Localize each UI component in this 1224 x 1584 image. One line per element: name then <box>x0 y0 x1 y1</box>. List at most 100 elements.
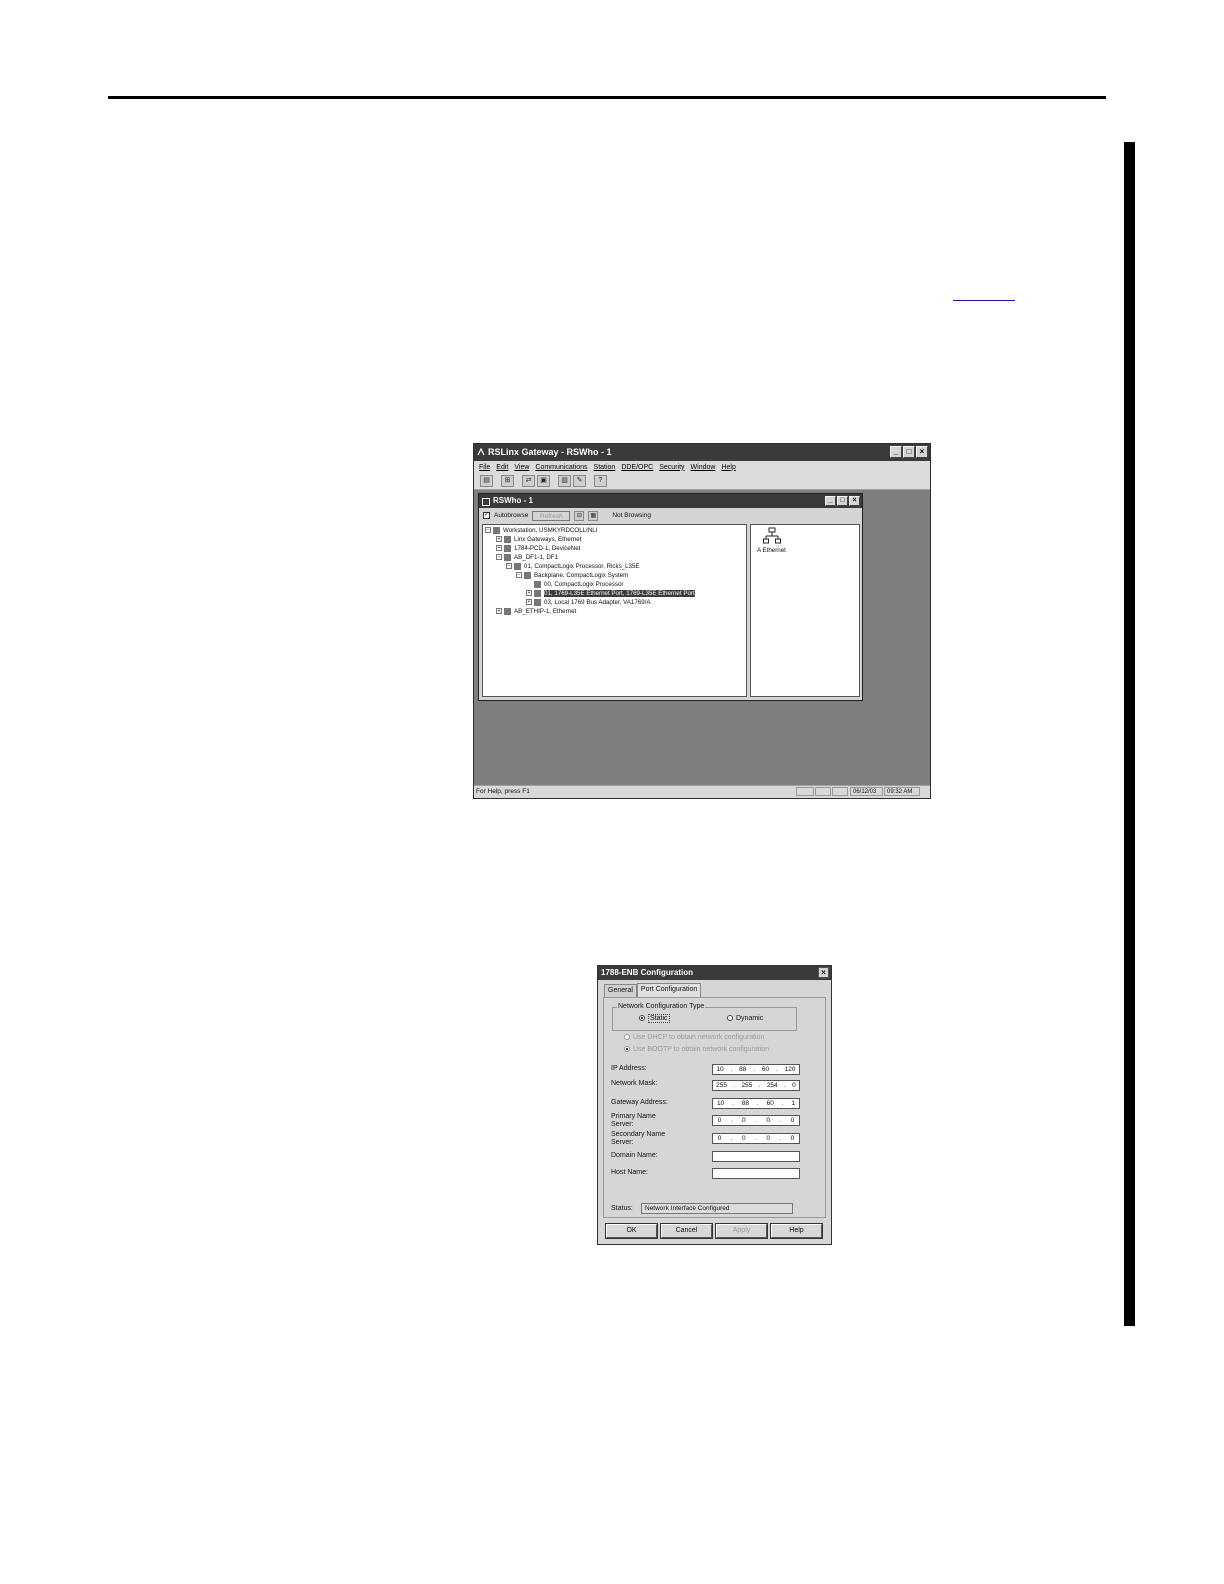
status-cell-2 <box>815 787 831 796</box>
status-help-text: For Help, press F1 <box>476 788 530 795</box>
ip-address-label: IP Address: <box>611 1065 647 1072</box>
tree-node-df1[interactable]: − AB_DF1-1, DF1 <box>496 553 558 562</box>
station-diagnostics-icon[interactable]: ▥ <box>558 475 571 487</box>
collapse-icon[interactable]: − <box>516 572 522 579</box>
maximize-button[interactable]: □ <box>903 446 915 458</box>
rslinx-statusbar: For Help, press F1 06/12/03 09:32 AM <box>474 785 930 798</box>
configure-drivers-icon[interactable]: ⇄ <box>522 475 535 487</box>
secondary-dns-field[interactable]: 0. 0. 0. 0 <box>712 1133 800 1144</box>
network-mask-field[interactable]: 255. 255. 254. 0 <box>712 1080 800 1091</box>
rswho-icon[interactable]: ⊞ <box>501 475 514 487</box>
tree-node-linx-gateways[interactable]: + Linx Gateways, Ethernet <box>496 535 581 544</box>
detail-item-label[interactable]: A Ethernet <box>757 547 786 554</box>
expand-icon[interactable]: + <box>526 590 532 597</box>
collapse-icon[interactable]: − <box>506 563 512 570</box>
network-icon <box>504 535 511 543</box>
menu-station[interactable]: Station <box>594 464 616 471</box>
domain-name-field[interactable] <box>712 1151 800 1162</box>
collapse-icon[interactable]: − <box>496 554 502 561</box>
rswho-minimize-button[interactable]: _ <box>825 496 836 506</box>
context-help-icon[interactable]: ? <box>594 475 607 487</box>
menu-dde-opc[interactable]: DDE/OPC <box>621 464 653 471</box>
cancel-button[interactable]: Cancel <box>660 1223 713 1239</box>
menu-communications[interactable]: Communications <box>535 464 587 471</box>
help-button[interactable]: Help <box>770 1223 823 1239</box>
network-icon <box>504 607 511 615</box>
ethernet-port-icon <box>534 589 541 597</box>
domain-name-label: Domain Name: <box>611 1152 658 1159</box>
menu-file[interactable]: File <box>479 464 490 471</box>
header-rule <box>108 96 1106 99</box>
radio-dynamic[interactable]: Dynamic <box>727 1015 763 1022</box>
workstation-icon <box>493 526 500 534</box>
open-project-icon[interactable]: ▤ <box>480 475 493 487</box>
rswho-window: RSWho - 1 _ □ × ✓ Autobrowse Refresh ⊟ ▦… <box>478 493 863 701</box>
radio-static[interactable]: Static <box>639 1014 670 1023</box>
enb-config-dialog: 1788-ENB Configuration × General Port Co… <box>597 965 832 1245</box>
rswho-titlebar[interactable]: RSWho - 1 _ □ × <box>479 494 862 508</box>
tree-node-devicenet[interactable]: +1784-PCD-1, DeviceNet <box>496 544 580 553</box>
tab-general[interactable]: General <box>604 984 637 997</box>
processor-icon <box>534 580 541 588</box>
tree-node-ethernet-port[interactable]: +01, 1769-L35E Ethernet Port, 1769-L35E … <box>526 589 695 598</box>
apply-button[interactable]: Apply <box>715 1223 768 1239</box>
processor-icon <box>514 562 521 570</box>
menu-window[interactable]: Window <box>691 464 716 471</box>
expand-icon[interactable]: + <box>496 536 502 543</box>
configure-topics-icon[interactable]: ▣ <box>537 475 550 487</box>
tree-node-workstation[interactable]: − Workstation, USMKYRDCOLLINLI <box>485 526 597 535</box>
cross-reference-link[interactable] <box>953 286 1015 301</box>
radio-empty-icon <box>727 1015 733 1022</box>
gateway-label: Gateway Address: <box>611 1099 668 1106</box>
ethernet-network-icon[interactable] <box>763 527 781 545</box>
tree-node-processor[interactable]: −01, CompactLogix Processor, Ricks_L35E <box>506 562 640 571</box>
minimize-button[interactable]: _ <box>890 446 902 458</box>
autobrowse-checkbox[interactable]: ✓ <box>483 512 490 519</box>
menu-security[interactable]: Security <box>659 464 684 471</box>
primary-dns-field[interactable]: 0. 0. 0. 0 <box>712 1115 800 1126</box>
status-time: 09:32 AM <box>884 787 920 796</box>
menu-help[interactable]: Help <box>721 464 735 471</box>
expand-icon[interactable]: + <box>526 599 532 606</box>
network-config-type-group: Network Configuration Type Static Dynami… <box>612 1003 797 1031</box>
tree-view-icon[interactable]: ⊟ <box>574 510 585 521</box>
option-bootp: Use BOOTP to obtain network configuratio… <box>624 1046 769 1053</box>
tree-node-backplane[interactable]: − Backplane, CompactLogix System <box>516 571 628 580</box>
rslinx-titlebar[interactable]: RSLinx Gateway - RSWho - 1 _ □ × <box>474 444 930 461</box>
rswho-close-button[interactable]: × <box>849 496 860 506</box>
rslinx-app-icon <box>477 448 485 456</box>
rswho-window-icon <box>482 498 490 506</box>
host-name-field[interactable] <box>712 1168 800 1179</box>
tree-node-ethip[interactable]: + AB_ETHIP-1, Ethernet <box>496 607 576 616</box>
rswho-maximize-button[interactable]: □ <box>837 496 848 506</box>
tab-port-configuration[interactable]: Port Configuration <box>636 983 702 997</box>
refresh-button[interactable]: Refresh <box>532 510 571 521</box>
primary-dns-label-line1: Primary Name <box>611 1113 656 1120</box>
network-mask-label: Network Mask: <box>611 1080 658 1087</box>
edit-icon[interactable]: ✎ <box>573 475 586 487</box>
expand-icon[interactable]: + <box>496 608 502 615</box>
menu-view[interactable]: View <box>514 464 529 471</box>
menu-edit[interactable]: Edit <box>496 464 508 471</box>
radio-empty-icon <box>624 1034 630 1041</box>
group-title: Network Configuration Type <box>617 1003 706 1010</box>
status-cell-3 <box>832 787 848 796</box>
close-icon[interactable]: × <box>818 967 829 978</box>
rswho-title: RSWho - 1 <box>493 496 533 505</box>
network-tree: − Workstation, USMKYRDCOLLINLI + Linx Gate… <box>482 524 747 697</box>
enb-titlebar[interactable]: 1788-ENB Configuration × <box>598 966 831 980</box>
collapse-icon[interactable]: − <box>485 527 491 534</box>
chapter-tab-bar <box>1124 142 1135 1326</box>
ip-address-field[interactable]: 10. 88. 60. 120 <box>712 1064 800 1075</box>
tree-node-slot-00[interactable]: 00, CompactLogix Processor <box>534 580 623 589</box>
status-label: Status: <box>611 1205 633 1212</box>
tree-node-bus-adapter[interactable]: +03, Local 1769 Bus Adapter, VA1769/A <box>526 598 651 607</box>
option-dhcp: Use DHCP to obtain network configuration <box>624 1034 764 1041</box>
expand-icon[interactable]: + <box>496 545 502 552</box>
list-view-icon[interactable]: ▦ <box>588 510 599 521</box>
gateway-address-field[interactable]: 10. 88. 60. 1 <box>712 1098 800 1109</box>
secondary-dns-label-line2: Server: <box>611 1139 634 1146</box>
close-button[interactable]: × <box>916 446 928 458</box>
ok-button[interactable]: OK <box>605 1223 658 1239</box>
host-name-label: Host Name: <box>611 1169 648 1176</box>
